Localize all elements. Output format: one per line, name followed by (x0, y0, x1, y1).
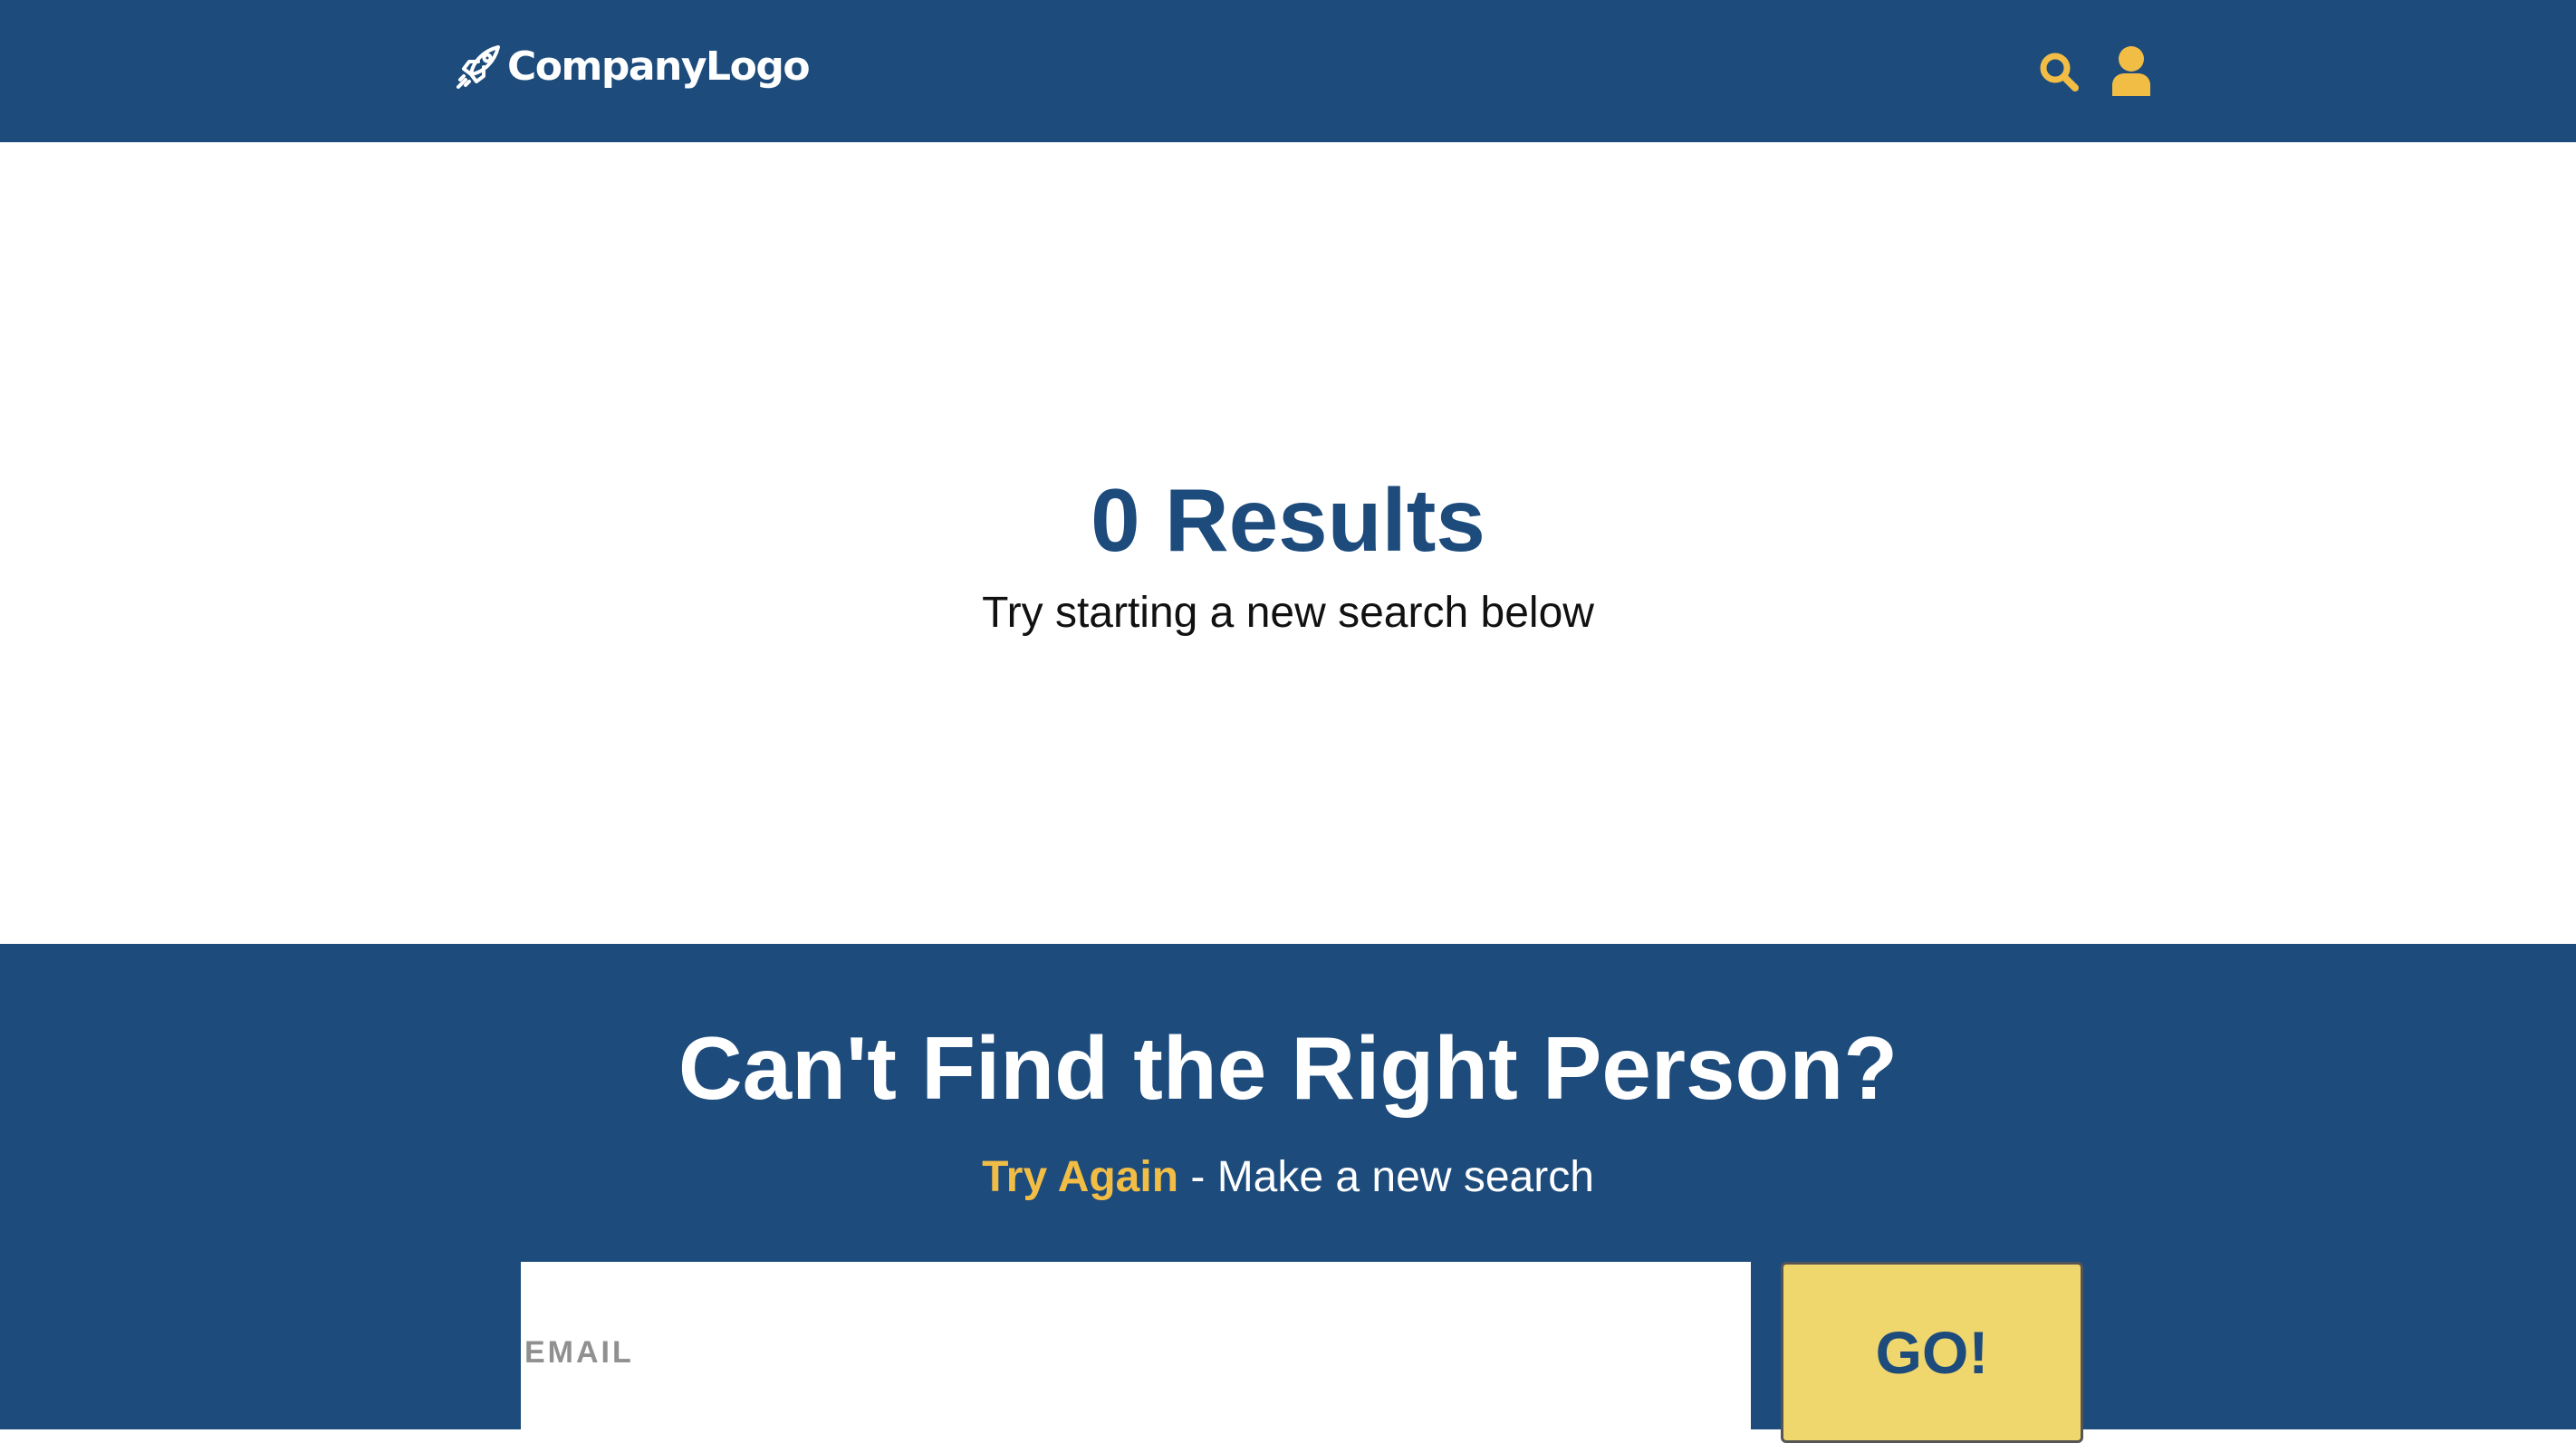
results-subtitle: Try starting a new search below (982, 589, 1594, 637)
company-logo[interactable]: CompanyLogo (453, 40, 811, 94)
rocket-icon (457, 45, 500, 89)
site-header: CompanyLogo (0, 0, 2576, 142)
cta-subtitle: Try Again - Make a new search (0, 1150, 2576, 1205)
search-icon[interactable] (2038, 51, 2080, 92)
cta-heading: Can't Find the Right Person? (678, 1018, 1898, 1118)
try-again-link[interactable]: Try Again (982, 1153, 1178, 1201)
user-icon[interactable] (2110, 45, 2152, 96)
results-count-heading: 0 Results (1091, 470, 1485, 570)
cta-subtitle-text: - Make a new search (1178, 1153, 1594, 1201)
logo-text: CompanyLogo (507, 43, 811, 90)
go-button[interactable]: GO! (1781, 1262, 2083, 1443)
results-section: 0 Results Try starting a new search belo… (0, 142, 2576, 944)
search-cta-section: Can't Find the Right Person? Try Again -… (0, 944, 2576, 1443)
email-input[interactable] (521, 1262, 1751, 1443)
